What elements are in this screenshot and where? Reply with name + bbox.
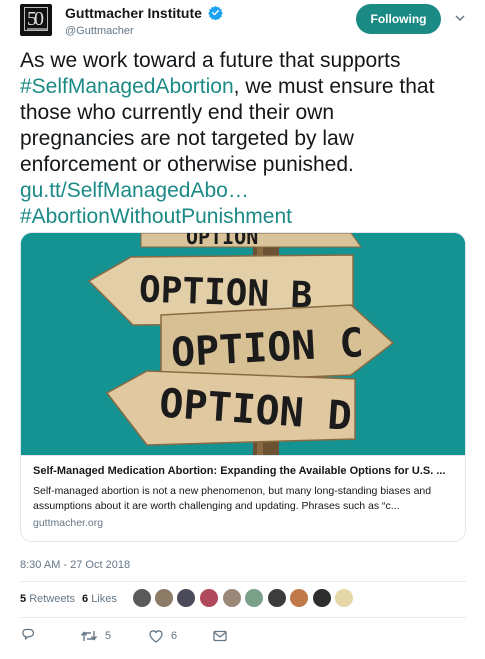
heart-icon [149,630,163,643]
hashtag-abortion-without-punishment[interactable]: #AbortionWithoutPunishment [20,205,292,228]
author-handle[interactable]: @Guttmacher [65,25,223,37]
following-button[interactable]: Following [356,4,441,34]
tweet-line-text: , we must ensure that [233,75,435,98]
retweets-count: 5 [20,593,27,605]
tweet-text: As we work toward a future that supports… [20,48,470,230]
liker-avatar[interactable] [222,588,242,608]
author-display-name[interactable]: Guttmacher Institute [65,5,202,21]
reply-button[interactable] [20,625,36,647]
liker-avatar[interactable] [132,588,152,608]
signpost-illustration: OPTION OPTION B OPTION C OPTION D [21,233,465,455]
card-description: Self-managed abortion is not a new pheno… [33,485,432,512]
link-preview-card[interactable]: OPTION OPTION B OPTION C OPTION D Self-M… [20,232,466,542]
envelope-icon [213,630,227,642]
retweet-count: 5 [105,630,112,642]
retweet-icon [80,631,98,641]
like-count: 6 [171,630,178,642]
tweet-hashtag-line: #AbortionWithoutPunishment [20,204,470,230]
hashtag-self-managed-abortion[interactable]: #SelfManagedAbortion [20,75,234,98]
liker-avatar[interactable] [244,588,264,608]
tweet-line: those who currently end their own [20,101,335,124]
tweet-line: #SelfManagedAbortion, we must ensure tha… [20,74,470,100]
retweet-button[interactable]: 5 [80,625,111,647]
tweet-header: 50 Guttmacher Institute @Guttmacher Foll… [20,4,470,44]
divider [20,581,466,582]
tweet-link-line: gu.tt/SelfManagedAbo… [20,178,470,204]
verified-badge-icon [208,6,224,21]
tweet-line: As we work toward a future that supports [20,49,401,72]
liker-avatar[interactable] [334,588,354,608]
tweet-line: pregnancies are not targeted by law [20,127,354,150]
card-body[interactable]: Self-Managed Medication Abortion: Expand… [21,455,465,538]
likes-count: 6 [82,593,89,605]
tweet-line: enforcement or otherwise punished. [20,153,354,176]
retweets-label: Retweets [29,593,76,605]
tweet-timestamp[interactable]: 8:30 AM - 27 Oct 2018 [20,559,130,571]
card-title[interactable]: Self-Managed Medication Abortion: Expand… [33,465,455,477]
tweet-stats: 5 Retweets 6 Likes [20,584,466,616]
liker-avatar[interactable] [176,588,196,608]
tweet-link[interactable]: gu.tt/SelfManagedAbo… [20,179,249,202]
likes-stat[interactable]: 6 Likes [82,593,117,605]
author-avatar[interactable]: 50 [20,4,52,36]
card-domain: guttmacher.org [33,517,104,529]
likes-label: Likes [91,593,117,605]
avatar-frame: 50 [24,7,48,31]
card-image[interactable]: OPTION OPTION B OPTION C OPTION D [21,233,465,455]
author-name-block[interactable]: Guttmacher Institute @Guttmacher [65,4,224,37]
divider [20,617,466,618]
chevron-down-icon[interactable] [454,12,466,24]
like-button[interactable]: 6 [148,625,177,647]
liker-avatar[interactable] [199,588,219,608]
avatar-logo-bar [27,28,47,30]
liker-avatar[interactable] [267,588,287,608]
liker-avatar[interactable] [154,588,174,608]
direct-message-button[interactable] [212,625,228,647]
tweet-actions: 5 6 [20,625,320,649]
reply-icon [22,628,35,640]
svg-text:OPTION: OPTION [186,233,258,249]
retweets-stat[interactable]: 5 Retweets [20,593,75,605]
liker-avatar[interactable] [312,588,332,608]
liker-avatar[interactable] [289,588,309,608]
